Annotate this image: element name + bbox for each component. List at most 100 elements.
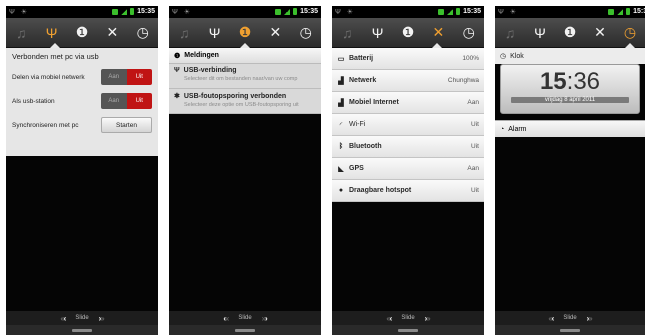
- slide-bar[interactable]: ‹‹‹ Slide ›››: [495, 311, 645, 325]
- music-icon[interactable]: ♫: [10, 22, 32, 44]
- clock-icon: ◷: [500, 53, 507, 60]
- clock-hours: 15: [539, 68, 567, 95]
- status-bar: Ψ ☀ 15:35: [495, 6, 645, 18]
- tab-bar: ♫ Ψ ❶ ✕ ◷: [495, 18, 645, 48]
- left-arrows-icon: ‹‹‹: [386, 313, 392, 323]
- info-icon[interactable]: ❶: [559, 22, 581, 44]
- notification-subtitle: Selecteer dit om bestanden naar/van uw c…: [184, 76, 298, 82]
- battery-icon: ▭: [337, 55, 345, 63]
- signal-icon: [447, 8, 454, 15]
- status-time: 15:35: [300, 8, 318, 15]
- notification-item[interactable]: ✱ USB-foutopsporing verbonden Selecteer d…: [169, 89, 321, 114]
- right-arrows-icon: ›››: [424, 313, 431, 323]
- phone-screen-notifications: Ψ ☀ 15:35 ♫ Ψ ❶ ✕ ◷ ❶ Meldingen Ψ USB-ver…: [169, 6, 321, 335]
- toggle-on[interactable]: Aan: [101, 93, 127, 109]
- drag-handle[interactable]: [495, 325, 645, 335]
- settings-row-hotspot[interactable]: ● Draagbare hotspot Uit: [332, 180, 484, 202]
- settings-list: ▭ Batterij 100% ▟ Netwerk Chunghwa ▟ Mobiel I…: [332, 48, 484, 202]
- toggle-off[interactable]: Uit: [126, 69, 152, 85]
- right-arrows-icon: ›››: [261, 313, 268, 323]
- drag-handle[interactable]: [169, 325, 321, 335]
- gps-icon: ◣: [338, 165, 344, 173]
- usb-icon[interactable]: Ψ: [529, 22, 551, 44]
- settings-row-bluetooth[interactable]: ᛒ Bluetooth Uit: [332, 136, 484, 158]
- status-time: 15:35: [137, 8, 155, 15]
- status-bar: Ψ ☀ 15:35: [169, 6, 321, 18]
- left-arrows-icon: ‹‹‹: [60, 313, 66, 323]
- row-value: Uit: [471, 187, 479, 194]
- sync-start-button[interactable]: Starten: [101, 117, 152, 133]
- row-label: Wi-Fi: [349, 121, 366, 128]
- slide-bar[interactable]: ‹‹‹ Slide ›››: [169, 311, 321, 325]
- info-icon[interactable]: ❶: [71, 22, 93, 44]
- tools-icon[interactable]: ✕: [101, 22, 123, 44]
- slide-bar[interactable]: ‹‹‹ Slide ›››: [6, 311, 158, 325]
- toggle-off[interactable]: Uit: [126, 93, 152, 109]
- sd-icon: [112, 8, 119, 15]
- notification-item[interactable]: Ψ USB-verbinding Selecteer dit om bestand…: [169, 64, 321, 89]
- info-icon[interactable]: ❶: [397, 22, 419, 44]
- music-icon[interactable]: ♫: [173, 22, 195, 44]
- settings-row-wifi[interactable]: ◜ Wi-Fi Uit: [332, 114, 484, 136]
- drag-handle[interactable]: [332, 325, 484, 335]
- left-arrows-icon: ‹‹‹: [548, 313, 554, 323]
- status-time: 15:35: [633, 8, 645, 15]
- row-value: 100%: [462, 55, 479, 62]
- notifications-title: Meldingen: [184, 52, 219, 59]
- notification-subtitle: Selecteer deze optie om USB-foutopsporin…: [184, 102, 299, 108]
- active-tab-pointer: [432, 43, 442, 48]
- clock-title: Klok: [510, 52, 524, 60]
- row-label: Delen via mobiel netwerk: [12, 73, 85, 81]
- right-arrows-icon: ›››: [98, 313, 105, 323]
- info-icon: ❶: [174, 52, 181, 60]
- tools-icon[interactable]: ✕: [427, 22, 449, 44]
- usb-storage-toggle[interactable]: Aan Uit: [101, 93, 152, 109]
- tools-icon[interactable]: ✕: [264, 22, 286, 44]
- debug-icon: ✱: [174, 93, 180, 100]
- usb-icon[interactable]: Ψ: [41, 22, 63, 44]
- clock-icon[interactable]: ◷: [132, 22, 154, 44]
- bluetooth-icon: ᛒ: [338, 143, 344, 150]
- usb-panel: Verbonden met pc via usb Delen via mobie…: [6, 48, 158, 156]
- row-value: Uit: [471, 143, 479, 150]
- info-icon[interactable]: ❶: [234, 22, 256, 44]
- row-label: Synchroniseren met pc: [12, 121, 79, 129]
- row-label: Draagbare hotspot: [349, 187, 412, 194]
- clock-date: vrijdag 8 april 2011: [511, 97, 629, 103]
- status-notification-icons: Ψ ☀: [9, 9, 30, 16]
- signal-icon: [284, 8, 291, 15]
- music-icon[interactable]: ♫: [336, 22, 358, 44]
- toggle-on[interactable]: Aan: [101, 69, 127, 85]
- alarm-icon: ◔: [500, 125, 505, 133]
- clock-widget[interactable]: 15:36 vrijdag 8 april 2011: [500, 64, 640, 114]
- active-tab-pointer: [625, 43, 635, 48]
- tethering-toggle[interactable]: Aan Uit: [101, 69, 152, 85]
- settings-row-battery[interactable]: ▭ Batterij 100%: [332, 48, 484, 70]
- tab-bar: ♫ Ψ ❶ ✕ ◷: [6, 18, 158, 48]
- clock-icon[interactable]: ◷: [295, 22, 317, 44]
- tools-icon[interactable]: ✕: [589, 22, 611, 44]
- left-arrows-icon: ‹‹‹: [223, 313, 229, 323]
- phone-screen-settings: Ψ ☀ 15:35 ♫ Ψ ❶ ✕ ◷ ▭ Batterij 100% ▟ Netwe…: [332, 6, 484, 335]
- settings-row-mobile-internet[interactable]: ▟ Mobiel Internet Aan: [332, 92, 484, 114]
- usb-icon[interactable]: Ψ: [367, 22, 389, 44]
- settings-row-gps[interactable]: ◣ GPS Aan: [332, 158, 484, 180]
- clock-time: 15:36: [539, 68, 601, 95]
- drag-handle[interactable]: [6, 325, 158, 335]
- usb-icon[interactable]: Ψ: [204, 22, 226, 44]
- slide-bar[interactable]: ‹‹‹ Slide ›››: [332, 311, 484, 325]
- clock-icon[interactable]: ◷: [619, 22, 641, 44]
- row-value: Uit: [471, 121, 479, 128]
- hotspot-icon: ●: [338, 187, 344, 194]
- notification-title: USB-foutopsporing verbonden: [183, 92, 287, 100]
- status-notification-icons: Ψ ☀: [335, 9, 356, 16]
- clock-icon[interactable]: ◷: [458, 22, 480, 44]
- usb-row-storage: Als usb-station Aan Uit: [12, 91, 152, 111]
- status-notification-icons: Ψ ☀: [498, 9, 519, 16]
- alarm-row[interactable]: ◔ Alarm: [495, 120, 645, 137]
- sd-icon: [438, 8, 445, 15]
- settings-row-network[interactable]: ▟ Netwerk Chunghwa: [332, 70, 484, 92]
- row-value: Aan: [467, 99, 479, 106]
- music-icon[interactable]: ♫: [499, 22, 521, 44]
- alarm-label: Alarm: [508, 125, 527, 133]
